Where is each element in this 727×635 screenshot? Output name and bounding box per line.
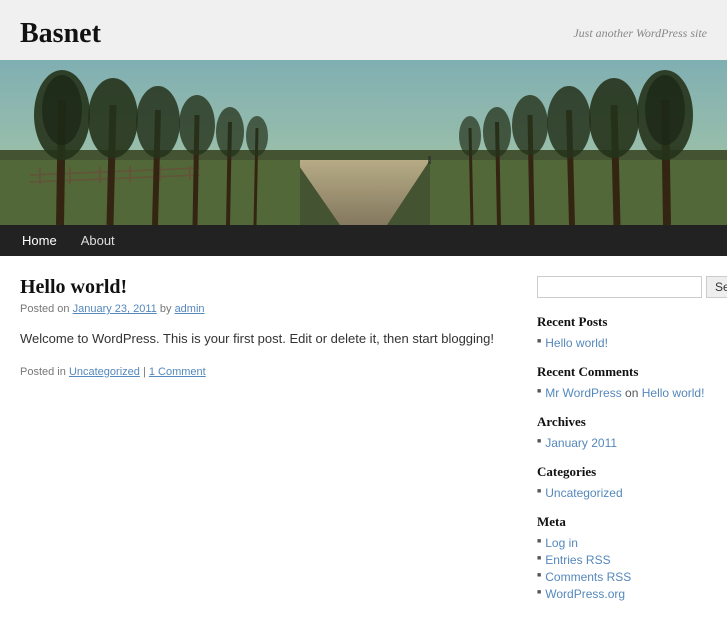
- archives-list: January 2011: [537, 436, 707, 450]
- recent-comments-list: Mr WordPress on Hello world!: [537, 386, 707, 400]
- site-description: Just another WordPress site: [573, 26, 707, 41]
- meta-comments-rss-link[interactable]: Comments RSS: [545, 570, 631, 584]
- list-item: Mr WordPress on Hello world!: [537, 386, 707, 400]
- comment-author-link[interactable]: Mr WordPress: [545, 386, 621, 400]
- recent-posts-list: Hello world!: [537, 336, 707, 350]
- list-item: Comments RSS: [537, 570, 707, 584]
- nav-item-home[interactable]: Home: [10, 225, 69, 256]
- hero-image: [0, 60, 727, 225]
- categories-title: Categories: [537, 464, 707, 480]
- sidebar: Search Recent Posts Hello world! Recent …: [537, 276, 707, 615]
- list-item: Entries RSS: [537, 553, 707, 567]
- post-footer: Posted in Uncategorized | 1 Comment: [20, 366, 517, 378]
- nav-link-about[interactable]: About: [69, 225, 127, 256]
- posted-on-label: Posted on: [20, 303, 70, 315]
- meta-title: Meta: [537, 514, 707, 530]
- comment-on-label: on: [625, 386, 638, 400]
- post-content: Welcome to WordPress. This is your first…: [20, 329, 517, 350]
- meta-list: Log in Entries RSS Comments RSS WordPres…: [537, 536, 707, 601]
- meta-entries-rss-link[interactable]: Entries RSS: [545, 553, 610, 567]
- post-author-link[interactable]: admin: [175, 303, 205, 315]
- archive-link[interactable]: January 2011: [545, 436, 617, 450]
- categories-list: Uncategorized: [537, 486, 707, 500]
- recent-comments-section: Recent Comments Mr WordPress on Hello wo…: [537, 364, 707, 400]
- post-category-link[interactable]: Uncategorized: [69, 366, 140, 378]
- category-link[interactable]: Uncategorized: [545, 486, 622, 500]
- posted-in-label: Posted in: [20, 366, 66, 378]
- nav-link-home[interactable]: Home: [10, 225, 69, 256]
- by-label: by: [160, 303, 175, 315]
- list-item: Log in: [537, 536, 707, 550]
- main-content: Hello world! Posted on January 23, 2011 …: [20, 276, 517, 615]
- recent-comments-title: Recent Comments: [537, 364, 707, 380]
- search-input[interactable]: [537, 276, 702, 298]
- recent-posts-section: Recent Posts Hello world!: [537, 314, 707, 350]
- search-button[interactable]: Search: [706, 276, 727, 298]
- recent-posts-title: Recent Posts: [537, 314, 707, 330]
- list-item: January 2011: [537, 436, 707, 450]
- post-comment-link[interactable]: 1 Comment: [149, 366, 206, 378]
- archives-section: Archives January 2011: [537, 414, 707, 450]
- nav-bar: Home About: [0, 225, 727, 256]
- list-item: WordPress.org: [537, 587, 707, 601]
- list-item: Hello world!: [537, 336, 707, 350]
- sidebar-search-form: Search: [537, 276, 707, 298]
- meta-wordpress-org-link[interactable]: WordPress.org: [545, 587, 625, 601]
- post-title: Hello world!: [20, 276, 517, 299]
- meta-section: Meta Log in Entries RSS Comments RSS Wor…: [537, 514, 707, 601]
- list-item: Uncategorized: [537, 486, 707, 500]
- post-meta: Posted on January 23, 2011 by admin: [20, 303, 517, 315]
- post-date-link[interactable]: January 23, 2011: [73, 303, 157, 315]
- site-title: Basnet: [20, 18, 101, 50]
- comment-post-link[interactable]: Hello world!: [642, 386, 705, 400]
- archives-title: Archives: [537, 414, 707, 430]
- meta-login-link[interactable]: Log in: [545, 536, 578, 550]
- nav-item-about[interactable]: About: [69, 225, 127, 256]
- categories-section: Categories Uncategorized: [537, 464, 707, 500]
- recent-post-link[interactable]: Hello world!: [545, 336, 608, 350]
